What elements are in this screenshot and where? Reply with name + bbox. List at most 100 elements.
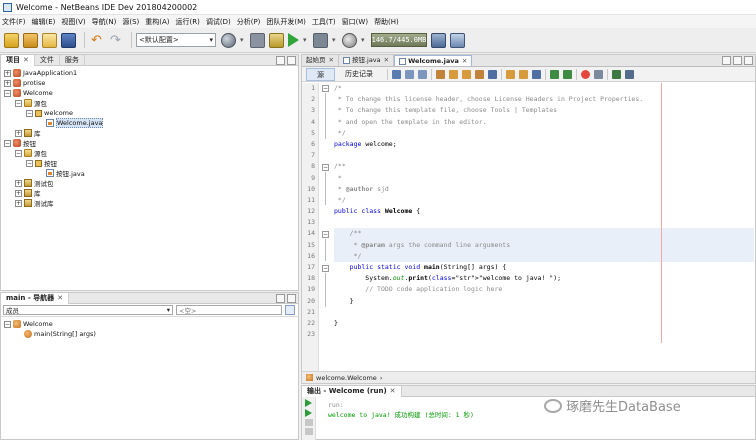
toggle-selection-icon[interactable] (488, 69, 497, 79)
open-project-icon[interactable] (42, 32, 57, 48)
tree-node[interactable]: + 库 (1, 128, 298, 138)
collapse-icon[interactable]: − (26, 159, 33, 167)
memory-usage-indicator[interactable]: 146.7/445.0MB (371, 33, 427, 47)
tree-node[interactable]: − 按钮 (1, 158, 298, 168)
garbage-collect-icon[interactable] (431, 32, 446, 48)
collapse-icon[interactable]: − (4, 139, 11, 147)
tree-node[interactable]: + 测试包 (1, 178, 298, 188)
stop-icon[interactable] (305, 419, 313, 426)
close-icon[interactable]: ✕ (384, 55, 389, 66)
expand-icon[interactable]: + (15, 129, 22, 137)
tab-button-java[interactable]: 按钮.java ✕ (339, 55, 395, 66)
comment-icon[interactable] (612, 69, 621, 79)
expand-icon[interactable]: + (15, 199, 22, 207)
tab-navigator[interactable]: main - 导航器 ✕ (1, 292, 70, 304)
menu-view[interactable]: 视图(V) (61, 17, 85, 27)
stop-macro-icon[interactable] (594, 69, 603, 79)
save-all-icon[interactable] (61, 32, 76, 48)
uncomment-icon[interactable] (625, 69, 634, 79)
menu-navigate[interactable]: 导航(N) (92, 17, 117, 27)
minimize-icon[interactable] (276, 293, 285, 303)
tab-start-page[interactable]: 起始页 ✕ (302, 55, 339, 66)
expand-icon[interactable]: + (15, 189, 22, 197)
run-icon[interactable] (288, 33, 299, 47)
expand-icon[interactable]: + (4, 79, 11, 87)
find-icon[interactable] (436, 69, 445, 79)
view-history-button[interactable]: 历史记录 (335, 68, 383, 81)
tree-node[interactable]: − 源包 (1, 148, 298, 158)
menu-team[interactable]: 团队开发(M) (266, 17, 306, 27)
close-icon[interactable]: ✕ (462, 56, 467, 67)
tree-node[interactable]: Welcome.java (1, 118, 298, 128)
tab-services[interactable]: 服务 (60, 54, 85, 66)
settings-icon[interactable] (305, 428, 313, 435)
navigator-search-select[interactable]: <空> (176, 305, 282, 315)
code-editor[interactable]: 1 2 3 4 5 6 7 8 9 10 11 12 13 14 15 16 17 18 19 20 21 22 23 − … (302, 83, 755, 371)
close-icon[interactable]: ✕ (390, 387, 396, 395)
maximize-icon[interactable] (287, 293, 296, 303)
collapse-icon[interactable]: − (4, 320, 11, 328)
build-hammer-icon[interactable] (250, 32, 265, 48)
fold-collapse-icon[interactable]: − (322, 164, 329, 171)
chevron-down-icon[interactable]: ▾ (303, 36, 309, 44)
shift-right-icon[interactable] (563, 69, 572, 79)
menu-source[interactable]: 源(S) (122, 17, 139, 27)
maximize-icon[interactable] (744, 56, 753, 65)
tree-node[interactable]: + JavaApplication1 (1, 68, 298, 78)
expand-icon[interactable]: + (15, 179, 22, 187)
start-macro-icon[interactable] (581, 69, 590, 79)
tree-node[interactable]: − Welcome (1, 88, 298, 98)
menu-profile[interactable]: 分析(P) (237, 17, 261, 27)
close-icon[interactable]: ✕ (57, 294, 63, 302)
menu-window[interactable]: 窗口(W) (342, 17, 368, 27)
tree-node[interactable]: main(String[] args) (1, 329, 298, 339)
fold-collapse-icon[interactable]: − (322, 231, 329, 238)
tree-node[interactable]: − 源包 (1, 98, 298, 108)
forward-icon[interactable] (418, 69, 427, 79)
tab-welcome-java[interactable]: Welcome.java ✕ (394, 55, 473, 67)
collapse-icon[interactable]: − (4, 89, 11, 97)
collapse-icon[interactable]: − (15, 149, 22, 157)
tree-node[interactable]: − Welcome (1, 319, 298, 329)
chevron-down-icon[interactable]: ▾ (361, 36, 367, 44)
menu-tools[interactable]: 工具(T) (312, 17, 336, 27)
tree-node[interactable]: + 库 (1, 188, 298, 198)
tree-node[interactable]: 按钮.java (1, 168, 298, 178)
fold-collapse-icon[interactable]: − (322, 265, 329, 272)
shift-left-icon[interactable] (550, 69, 559, 79)
globe-icon[interactable] (221, 32, 236, 48)
view-source-button[interactable]: 源 (306, 67, 335, 81)
navigator-options-icon[interactable] (285, 305, 295, 315)
chevron-right-icon[interactable] (733, 56, 742, 65)
tree-node[interactable]: − welcome (1, 108, 298, 118)
rerun-icon[interactable] (305, 399, 312, 407)
tree-node[interactable]: + 测试库 (1, 198, 298, 208)
tab-output[interactable]: 输出 - Welcome (run) ✕ (302, 385, 402, 397)
toggle-bookmark-icon[interactable] (532, 69, 541, 79)
maximize-icon[interactable] (287, 55, 296, 65)
members-select[interactable]: 成员 ▾ (3, 305, 173, 315)
collapse-icon[interactable]: − (26, 109, 33, 117)
find-previous-icon[interactable] (449, 69, 458, 79)
next-bookmark-icon[interactable] (519, 69, 528, 79)
undo-icon[interactable]: ↶ (89, 33, 104, 48)
back-icon[interactable] (405, 69, 414, 79)
tree-node[interactable]: − 按钮 (1, 138, 298, 148)
tab-files[interactable]: 文件 (35, 54, 60, 66)
new-file-icon[interactable] (4, 32, 19, 48)
redo-icon[interactable]: ↷ (108, 33, 123, 48)
collapse-icon[interactable]: − (15, 99, 22, 107)
chevron-left-icon[interactable] (722, 56, 731, 65)
menu-debug[interactable]: 调试(D) (206, 17, 231, 27)
menu-file[interactable]: 文件(F) (2, 17, 26, 27)
profile-snapshot-icon[interactable] (450, 32, 465, 48)
new-project-icon[interactable] (23, 32, 38, 48)
close-icon[interactable]: ✕ (23, 56, 29, 64)
close-icon[interactable]: ✕ (329, 55, 334, 66)
clean-build-icon[interactable] (269, 32, 284, 48)
find-next-icon[interactable] (462, 69, 471, 79)
menu-run[interactable]: 运行(R) (176, 17, 200, 27)
expand-icon[interactable]: + (4, 69, 11, 77)
chevron-down-icon[interactable]: ▾ (332, 36, 338, 44)
debug-icon[interactable] (313, 32, 328, 48)
